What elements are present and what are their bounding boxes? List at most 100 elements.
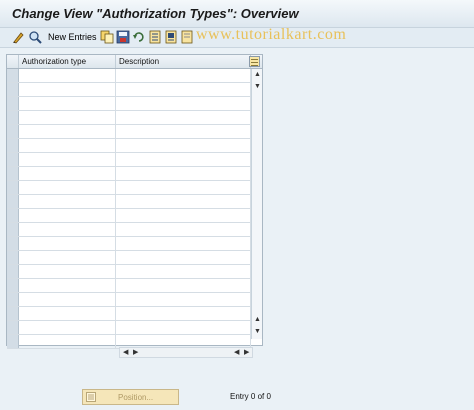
authorization-type-cell[interactable] [19,223,116,236]
row-selector[interactable] [7,335,19,348]
row-selector[interactable] [7,153,19,166]
row-selector[interactable] [7,237,19,250]
table-row [7,307,251,321]
authorization-type-cell[interactable] [19,265,116,278]
row-selector[interactable] [7,125,19,138]
description-cell[interactable] [116,167,251,180]
column-header-authorization-type[interactable]: Authorization type [19,55,116,68]
authorization-type-cell[interactable] [19,237,116,250]
authorization-type-cell[interactable] [19,251,116,264]
row-selector[interactable] [7,293,19,306]
select-all-corner[interactable] [7,55,19,68]
description-cell[interactable] [116,83,251,96]
row-selector[interactable] [7,181,19,194]
row-selector[interactable] [7,279,19,292]
scroll-page-up-icon[interactable]: ▲ [254,316,261,324]
table-row [7,279,251,293]
description-cell[interactable] [116,181,251,194]
authorization-type-cell[interactable] [19,293,116,306]
description-cell[interactable] [116,125,251,138]
table-row [7,209,251,223]
authorization-type-cell[interactable] [19,335,116,348]
edit-display-icon[interactable] [12,30,26,44]
row-selector[interactable] [7,251,19,264]
select-block-icon[interactable] [164,30,178,44]
scroll-down-icon[interactable]: ▼ [254,328,261,336]
description-cell[interactable] [116,153,251,166]
row-selector[interactable] [7,97,19,110]
table-row [7,181,251,195]
table-settings-icon[interactable] [249,56,260,67]
authorization-type-cell[interactable] [19,125,116,138]
description-cell[interactable] [116,209,251,222]
description-cell[interactable] [116,307,251,320]
save-icon[interactable] [116,30,130,44]
table-row [7,139,251,153]
description-cell[interactable] [116,139,251,152]
row-selector[interactable] [7,265,19,278]
row-selector[interactable] [7,307,19,320]
authorization-type-cell[interactable] [19,139,116,152]
description-cell[interactable] [116,237,251,250]
row-selector[interactable] [7,111,19,124]
description-cell[interactable] [116,279,251,292]
description-cell[interactable] [116,97,251,110]
table-row [7,97,251,111]
column-header-description[interactable]: Description [116,55,251,68]
select-all-icon[interactable] [148,30,162,44]
row-selector[interactable] [7,321,19,334]
scroll-left-icon[interactable]: ◀ [123,349,128,357]
scroll-up-icon[interactable]: ▲ [254,71,261,79]
table-row [7,223,251,237]
authorization-type-cell[interactable] [19,111,116,124]
table-row [7,195,251,209]
entry-counter: Entry 0 of 0 [230,392,271,401]
row-selector[interactable] [7,139,19,152]
scroll-left-end-icon[interactable]: ◀ [234,349,239,357]
title-bar: Change View "Authorization Types": Overv… [0,0,474,28]
row-selector[interactable] [7,83,19,96]
undo-icon[interactable] [132,30,146,44]
authorization-type-cell[interactable] [19,321,116,334]
copy-icon[interactable] [100,30,114,44]
details-icon[interactable] [28,30,42,44]
authorization-type-cell[interactable] [19,209,116,222]
row-selector[interactable] [7,223,19,236]
table-row [7,251,251,265]
watermark-text: www.tutorialkart.com [196,26,347,43]
description-cell[interactable] [116,265,251,278]
authorization-type-cell[interactable] [19,181,116,194]
authorization-type-cell[interactable] [19,69,116,82]
row-selector[interactable] [7,69,19,82]
horizontal-scrollbar[interactable]: ◀ ▶ ◀ ▶ [119,347,253,358]
new-entries-button[interactable]: New Entries [48,32,97,42]
description-cell[interactable] [116,69,251,82]
vertical-scrollbar[interactable]: ▲ ▼ ▲ ▼ [251,69,262,339]
row-selector[interactable] [7,195,19,208]
table-row [7,237,251,251]
description-cell[interactable] [116,223,251,236]
deselect-all-icon[interactable] [180,30,194,44]
table-row [7,125,251,139]
authorization-type-cell[interactable] [19,97,116,110]
authorization-type-cell[interactable] [19,307,116,320]
table-row [7,111,251,125]
position-button-label: Position... [118,393,154,402]
authorization-type-cell[interactable] [19,167,116,180]
scroll-right-end-icon[interactable]: ▶ [244,349,249,357]
description-cell[interactable] [116,251,251,264]
table-row [7,293,251,307]
authorization-type-cell[interactable] [19,153,116,166]
position-button[interactable]: Position... [82,389,179,405]
description-cell[interactable] [116,321,251,334]
description-cell[interactable] [116,111,251,124]
authorization-type-cell[interactable] [19,83,116,96]
authorization-type-cell[interactable] [19,279,116,292]
description-cell[interactable] [116,195,251,208]
row-selector[interactable] [7,209,19,222]
authorization-type-cell[interactable] [19,195,116,208]
scroll-page-down-icon[interactable]: ▼ [254,83,261,91]
scroll-right-icon[interactable]: ▶ [133,349,138,357]
row-selector[interactable] [7,167,19,180]
description-cell[interactable] [116,293,251,306]
